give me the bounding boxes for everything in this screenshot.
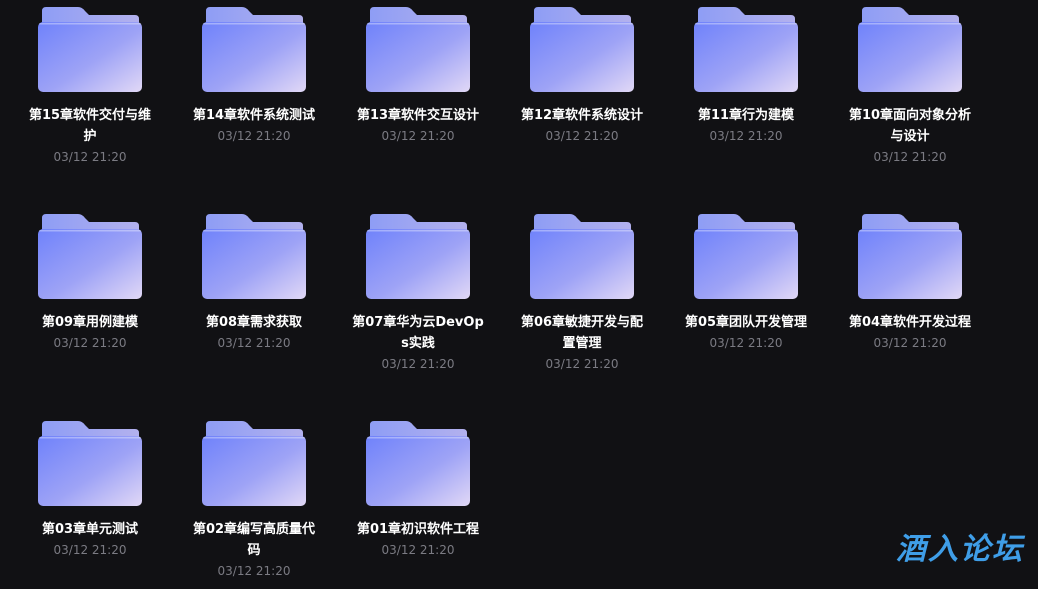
folder-name: 第15章软件交付与维护 [28, 108, 152, 144]
folder-icon [38, 214, 142, 299]
folder-icon [38, 421, 142, 506]
folder-icon [530, 7, 634, 92]
folder-icon [366, 421, 470, 506]
folder-icon [38, 7, 142, 92]
folder-date: 03/12 21:20 [217, 336, 291, 350]
folder-item[interactable]: 第11章行为建模 03/12 21:20 [673, 0, 819, 145]
folder-date: 03/12 21:20 [53, 150, 127, 164]
folder-date: 03/12 21:20 [381, 129, 455, 143]
folder-item[interactable]: 第10章面向对象分析与设计 03/12 21:20 [837, 0, 983, 166]
folder-icon [366, 214, 470, 299]
folder-date: 03/12 21:20 [53, 543, 127, 557]
folder-date: 03/12 21:20 [381, 543, 455, 557]
folder-date: 03/12 21:20 [709, 129, 783, 143]
folder-name: 第03章单元测试 [41, 522, 139, 537]
folder-icon [858, 7, 962, 92]
folder-date: 03/12 21:20 [545, 129, 619, 143]
folder-item[interactable]: 第01章初识软件工程 03/12 21:20 [345, 414, 491, 559]
folder-name: 第06章敏捷开发与配置管理 [520, 315, 644, 351]
folder-grid: 第15章软件交付与维护 03/12 21:20 第14章软件系统测试 03/12… [17, 0, 1001, 589]
folder-name: 第14章软件系统测试 [192, 108, 316, 123]
folder-name: 第09章用例建模 [41, 315, 139, 330]
folder-item[interactable]: 第05章团队开发管理 03/12 21:20 [673, 207, 819, 352]
folder-icon [202, 7, 306, 92]
folder-name: 第11章行为建模 [697, 108, 795, 123]
folder-item[interactable]: 第12章软件系统设计 03/12 21:20 [509, 0, 655, 145]
folder-item[interactable]: 第06章敏捷开发与配置管理 03/12 21:20 [509, 207, 655, 373]
folder-icon [694, 7, 798, 92]
folder-date: 03/12 21:20 [381, 357, 455, 371]
folder-item[interactable]: 第15章软件交付与维护 03/12 21:20 [17, 0, 163, 166]
folder-name: 第13章软件交互设计 [356, 108, 480, 123]
folder-item[interactable]: 第09章用例建模 03/12 21:20 [17, 207, 163, 352]
folder-name: 第01章初识软件工程 [356, 522, 480, 537]
folder-item[interactable]: 第08章需求获取 03/12 21:20 [181, 207, 327, 352]
folder-date: 03/12 21:20 [709, 336, 783, 350]
folder-item[interactable]: 第04章软件开发过程 03/12 21:20 [837, 207, 983, 352]
folder-item[interactable]: 第03章单元测试 03/12 21:20 [17, 414, 163, 559]
folder-item[interactable]: 第13章软件交互设计 03/12 21:20 [345, 0, 491, 145]
folder-date: 03/12 21:20 [545, 357, 619, 371]
folder-icon [694, 214, 798, 299]
folder-icon [202, 421, 306, 506]
folder-item[interactable]: 第07章华为云DevOps实践 03/12 21:20 [345, 207, 491, 373]
folder-item[interactable]: 第02章编写高质量代码 03/12 21:20 [181, 414, 327, 580]
folder-icon [858, 214, 962, 299]
folder-name: 第08章需求获取 [205, 315, 303, 330]
folder-name: 第02章编写高质量代码 [192, 522, 316, 558]
folder-date: 03/12 21:20 [873, 150, 947, 164]
folder-name: 第07章华为云DevOps实践 [352, 315, 484, 351]
folder-date: 03/12 21:20 [873, 336, 947, 350]
folder-date: 03/12 21:20 [217, 564, 291, 578]
folder-name: 第10章面向对象分析与设计 [848, 108, 972, 144]
folder-date: 03/12 21:20 [53, 336, 127, 350]
folder-item[interactable]: 第14章软件系统测试 03/12 21:20 [181, 0, 327, 145]
folder-icon [366, 7, 470, 92]
folder-icon [530, 214, 634, 299]
folder-name: 第04章软件开发过程 [848, 315, 972, 330]
folder-name: 第12章软件系统设计 [520, 108, 644, 123]
folder-name: 第05章团队开发管理 [684, 315, 808, 330]
folder-icon [202, 214, 306, 299]
folder-date: 03/12 21:20 [217, 129, 291, 143]
watermark-logo: 酒入论坛 [896, 532, 1024, 567]
